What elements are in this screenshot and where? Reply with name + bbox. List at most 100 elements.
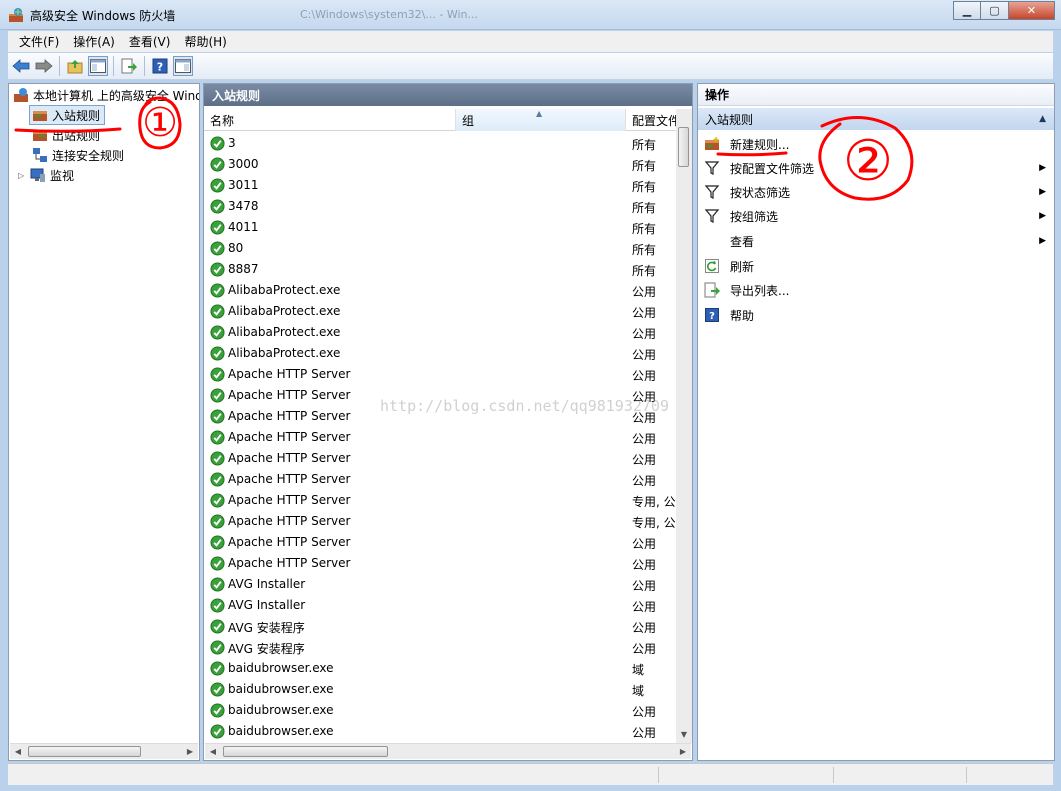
table-row[interactable]: baidubrowser.exe 公用 [204,700,677,721]
table-row[interactable]: 3011 所有 [204,175,677,196]
scroll-left-icon[interactable]: ◀ [207,746,219,758]
minimize-button[interactable]: ▁ [953,1,981,20]
action-item-1[interactable]: 按配置文件筛选 ▶ [704,157,1050,179]
table-row[interactable]: Apache HTTP Server 公用 [204,448,677,469]
title-bar[interactable]: 高级安全 Windows 防火墙 C:\Windows\system32\...… [0,0,1061,30]
rule-enabled-icon [210,535,225,550]
close-button[interactable]: ✕ [1009,1,1055,20]
tree-item-inbound-rules[interactable]: 入站规则 [29,105,106,125]
table-row[interactable]: AVG Installer 公用 [204,595,677,616]
tree-item-label: 监视 [50,168,75,183]
action-item-2[interactable]: 按状态筛选 ▶ [704,181,1050,203]
table-row[interactable]: 8887 所有 [204,259,677,280]
table-row[interactable]: AVG 安装程序 公用 [204,637,677,658]
rule-enabled-icon [210,619,225,634]
tree-item-monitoring[interactable]: ▷ 监视 [18,165,74,185]
rules-vertical-scrollbar[interactable]: ▼ [676,109,692,743]
rule-name: AVG 安装程序 [228,621,305,635]
table-row[interactable]: baidubrowser.exe 域 [204,658,677,679]
scroll-thumb[interactable] [223,746,388,757]
column-label: 组 [462,113,475,128]
expand-arrow-icon[interactable]: ▷ [18,171,30,180]
maximize-button[interactable]: ▢ [981,1,1009,20]
table-row[interactable]: AlibabaProtect.exe 公用 [204,322,677,343]
action-item-5[interactable]: 刷新 [704,255,1050,277]
tree-item-outbound-rules[interactable]: 出站规则 [32,125,100,145]
action-label: 导出列表... [730,283,790,298]
firewall-icon [14,88,28,102]
table-row[interactable]: AlibabaProtect.exe 公用 [204,301,677,322]
column-label: 配置文件 [632,113,677,128]
menu-help[interactable]: 帮助(H) [177,33,233,50]
menu-action[interactable]: 操作(A) [66,33,122,50]
table-row[interactable]: AVG 安装程序 公用 [204,616,677,637]
tree-item-label: 出站规则 [52,128,101,143]
table-row[interactable]: 3000 所有 [204,154,677,175]
table-row[interactable]: AlibabaProtect.exe 公用 [204,343,677,364]
back-button[interactable] [11,56,31,76]
action-item-4[interactable]: 查看 ▶ [704,230,1050,252]
rule-profile: 所有 [632,138,657,152]
rules-horizontal-scrollbar[interactable]: ◀ ▶ [205,743,691,759]
table-row[interactable]: baidubrowser.exe 公用 [204,721,677,742]
actions-section-inbound-rules[interactable]: 入站规则 ▲ [698,108,1054,130]
rule-enabled-icon [210,283,225,298]
rule-enabled-icon [210,199,225,214]
scroll-thumb[interactable] [678,127,689,167]
rule-profile: 公用 [632,705,657,719]
up-level-button[interactable] [65,56,85,76]
menu-view[interactable]: 查看(V) [122,33,178,50]
scroll-right-icon[interactable]: ▶ [184,746,196,758]
rule-profile: 公用 [632,621,657,635]
table-row[interactable]: 4011 所有 [204,217,677,238]
help-button[interactable]: ? [150,56,170,76]
rule-name: baidubrowser.exe [228,661,334,675]
table-row[interactable]: AlibabaProtect.exe 公用 [204,280,677,301]
scroll-thumb[interactable] [28,746,141,757]
column-header-name[interactable]: 名称 [204,109,456,131]
console-tree-icon [90,59,106,73]
action-label: 新建规则... [730,137,790,152]
tree-item-connection-security-rules[interactable]: 连接安全规则 [32,145,124,165]
collapse-up-icon[interactable]: ▲ [1039,114,1046,124]
monitor-icon [30,168,45,182]
table-row[interactable]: Apache HTTP Server 公用 [204,532,677,553]
table-row[interactable]: Apache HTTP Server 公用 [204,427,677,448]
action-item-0[interactable]: 新建规则... [704,133,1050,155]
export-list-button[interactable] [119,56,139,76]
table-row[interactable]: Apache HTTP Server 专用, 公用 [204,511,678,532]
submenu-arrow-icon: ▶ [1039,236,1046,246]
tree-root[interactable]: 本地计算机 上的高级安全 Windows 防火墙 [13,85,199,105]
action-item-7[interactable]: ? 帮助 [704,304,1050,326]
show-hide-action-pane-button[interactable] [173,56,193,76]
action-label: 按状态筛选 [730,185,791,200]
table-row[interactable]: Apache HTTP Server 公用 [204,364,677,385]
tree-horizontal-scrollbar[interactable]: ◀ ▶ [10,743,198,759]
rule-enabled-icon [210,241,225,256]
table-row[interactable]: Apache HTTP Server 公用 [204,553,677,574]
rule-name: Apache HTTP Server [228,535,351,549]
table-row[interactable]: 3 所有 [204,133,677,154]
action-label: 按配置文件筛选 [730,161,815,176]
column-header-profile[interactable]: 配置文件 [626,109,677,131]
table-row[interactable]: 3478 所有 [204,196,677,217]
table-row[interactable]: Apache HTTP Server 公用 [204,469,677,490]
table-row[interactable]: AVG Installer 公用 [204,574,677,595]
action-item-6[interactable]: 导出列表... [704,279,1050,301]
forward-button[interactable] [34,56,54,76]
rule-name: baidubrowser.exe [228,703,334,717]
show-hide-tree-button[interactable] [88,56,108,76]
rule-profile: 所有 [632,243,657,257]
rule-profile: 公用 [632,285,657,299]
table-row[interactable]: Apache HTTP Server 专用, 公用 [204,490,678,511]
rule-enabled-icon [210,178,225,193]
scroll-down-icon[interactable]: ▼ [678,729,690,741]
action-item-3[interactable]: 按组筛选 ▶ [704,205,1050,227]
scroll-right-icon[interactable]: ▶ [677,746,689,758]
rule-name: 4011 [228,220,259,234]
menu-file[interactable]: 文件(F) [12,33,66,50]
table-row[interactable]: baidubrowser.exe 域 [204,679,677,700]
rule-profile: 所有 [632,180,657,194]
table-row[interactable]: 80 所有 [204,238,677,259]
scroll-left-icon[interactable]: ◀ [12,746,24,758]
